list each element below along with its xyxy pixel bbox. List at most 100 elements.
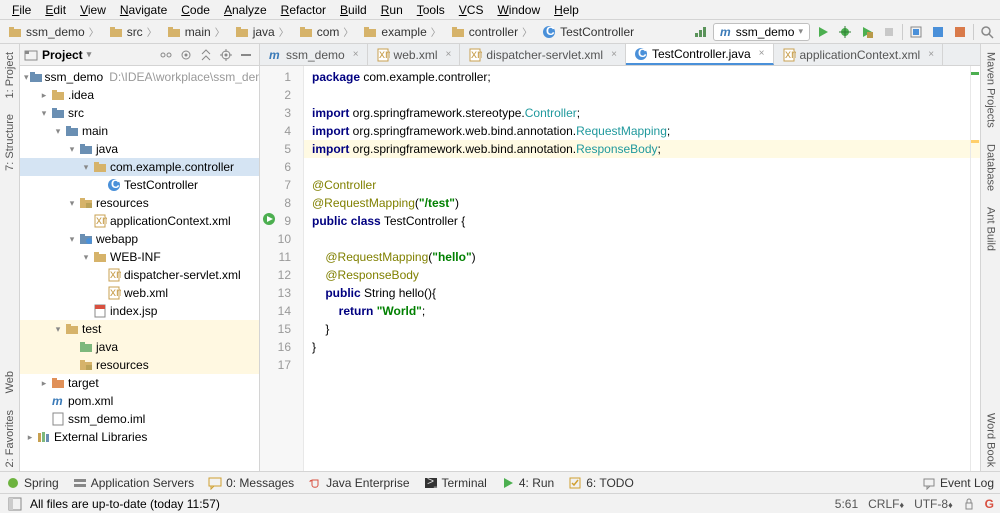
tree-node[interactable]: CTestController: [20, 176, 259, 194]
breadcrumb-item[interactable]: controller〉: [447, 22, 536, 41]
tool-window-tab[interactable]: 1: Project: [2, 48, 18, 102]
search-everywhere-button[interactable]: [978, 23, 996, 41]
close-icon[interactable]: ×: [611, 49, 617, 60]
debug-button[interactable]: [836, 23, 854, 41]
tree-node[interactable]: java: [20, 338, 259, 356]
breadcrumb-item[interactable]: main〉: [163, 22, 229, 41]
editor-tab[interactable]: CTestController.java×: [626, 44, 774, 65]
stop-button[interactable]: [880, 23, 898, 41]
breadcrumb-item[interactable]: java〉: [231, 22, 293, 41]
breadcrumb-item[interactable]: ssm_demo〉: [4, 22, 103, 41]
menu-window[interactable]: Window: [491, 1, 546, 19]
tool-window-tab[interactable]: Database: [983, 140, 999, 195]
vcs-update-button[interactable]: [907, 23, 925, 41]
bottom-tool-0-messages[interactable]: 0: Messages: [208, 476, 294, 490]
read-only-toggle[interactable]: [963, 498, 975, 510]
project-tree[interactable]: ▾ssm_demoD:\IDEA\workplace\ssm_demo▸.ide…: [20, 66, 259, 471]
menu-view[interactable]: View: [74, 1, 112, 19]
hide-button[interactable]: [237, 46, 255, 64]
menu-tools[interactable]: Tools: [411, 1, 451, 19]
line-separator[interactable]: CRLF♦: [868, 497, 904, 511]
menu-build[interactable]: Build: [334, 1, 373, 19]
git-icon[interactable]: G: [985, 497, 994, 511]
scroll-from-source-button[interactable]: [177, 46, 195, 64]
menu-edit[interactable]: Edit: [39, 1, 72, 19]
tree-node[interactable]: ▾com.example.controller: [20, 158, 259, 176]
breadcrumb-item[interactable]: src〉: [105, 22, 161, 41]
tool-window-tab[interactable]: Word Book: [983, 409, 999, 471]
bottom-tool-application-servers[interactable]: Application Servers: [73, 476, 194, 490]
tool-window-tab[interactable]: Web: [2, 367, 18, 397]
make-button[interactable]: [691, 23, 709, 41]
tree-node[interactable]: ▾resources: [20, 194, 259, 212]
close-icon[interactable]: ×: [446, 49, 452, 60]
editor-tab[interactable]: xmlapplicationContext.xml×: [774, 44, 944, 65]
expand-arrow-icon[interactable]: ▾: [38, 108, 50, 119]
expand-arrow-icon[interactable]: ▾: [80, 162, 92, 173]
code-area[interactable]: 1234567891011121314151617 package com.ex…: [260, 66, 980, 471]
menu-refactor[interactable]: Refactor: [275, 1, 332, 19]
breadcrumb-item[interactable]: com〉: [295, 22, 358, 41]
breadcrumb-item[interactable]: example〉: [359, 22, 444, 41]
tree-node[interactable]: ▾src: [20, 104, 259, 122]
tree-node[interactable]: ssm_demo.iml: [20, 410, 259, 428]
menu-file[interactable]: File: [6, 1, 37, 19]
run-gutter-icon[interactable]: [262, 212, 276, 226]
tree-node[interactable]: ▾main: [20, 122, 259, 140]
event-log-button[interactable]: Event Log: [922, 476, 994, 490]
tree-node[interactable]: ▸.idea: [20, 86, 259, 104]
tool-window-tab[interactable]: 7: Structure: [2, 110, 18, 175]
ide-button-1[interactable]: [929, 23, 947, 41]
encoding[interactable]: UTF-8♦: [914, 497, 953, 511]
close-icon[interactable]: ×: [928, 49, 934, 60]
expand-arrow-icon[interactable]: ▾: [66, 234, 78, 245]
tree-node[interactable]: index.jsp: [20, 302, 259, 320]
bottom-tool-spring[interactable]: Spring: [6, 476, 59, 490]
tree-node[interactable]: xmlapplicationContext.xml: [20, 212, 259, 230]
menu-code[interactable]: Code: [175, 1, 216, 19]
tool-window-tab[interactable]: Maven Projects: [983, 48, 999, 132]
expand-arrow-icon[interactable]: ▾: [52, 324, 64, 335]
menu-vcs[interactable]: VCS: [453, 1, 490, 19]
expand-arrow-icon[interactable]: ▸: [38, 378, 50, 389]
tree-node[interactable]: ▸target: [20, 374, 259, 392]
marker-bar[interactable]: [970, 66, 980, 471]
expand-arrow-icon[interactable]: ▾: [52, 126, 64, 137]
flatten-button[interactable]: [157, 46, 175, 64]
menu-run[interactable]: Run: [375, 1, 409, 19]
collapse-all-button[interactable]: [197, 46, 215, 64]
editor-tab[interactable]: xmldispatcher-servlet.xml×: [460, 44, 626, 65]
breadcrumb-item[interactable]: CTestController: [538, 23, 638, 41]
tool-window-tab[interactable]: Ant Build: [983, 203, 999, 255]
tree-node[interactable]: ▾ssm_demoD:\IDEA\workplace\ssm_demo: [20, 68, 259, 86]
code-source[interactable]: package com.example.controller; import o…: [304, 66, 980, 471]
tree-node[interactable]: ▾java: [20, 140, 259, 158]
expand-arrow-icon[interactable]: ▸: [38, 90, 50, 101]
menu-analyze[interactable]: Analyze: [218, 1, 273, 19]
expand-arrow-icon[interactable]: ▾: [66, 144, 78, 155]
bottom-tool-6-todo[interactable]: 6: TODO: [568, 476, 634, 490]
editor-tab[interactable]: mssm_demo×: [260, 44, 368, 65]
tree-node[interactable]: mpom.xml: [20, 392, 259, 410]
tool-window-tab[interactable]: 2: Favorites: [2, 406, 18, 471]
tree-node[interactable]: ▾WEB-INF: [20, 248, 259, 266]
menu-navigate[interactable]: Navigate: [114, 1, 173, 19]
tool-windows-toggle-button[interactable]: [6, 495, 24, 513]
menu-help[interactable]: Help: [548, 1, 585, 19]
expand-arrow-icon[interactable]: ▸: [24, 432, 36, 443]
coverage-button[interactable]: [858, 23, 876, 41]
expand-arrow-icon[interactable]: ▾: [80, 252, 92, 263]
bottom-tool-terminal[interactable]: >_Terminal: [424, 476, 487, 490]
tree-node[interactable]: xmldispatcher-servlet.xml: [20, 266, 259, 284]
bottom-tool-java-enterprise[interactable]: Java Enterprise: [308, 476, 409, 490]
bottom-tool-4-run[interactable]: 4: Run: [501, 476, 554, 490]
project-panel-title[interactable]: Project ▾: [24, 48, 157, 62]
caret-position[interactable]: 5:61: [835, 497, 858, 511]
close-icon[interactable]: ×: [353, 49, 359, 60]
tree-node[interactable]: ▾test: [20, 320, 259, 338]
ide-button-2[interactable]: [951, 23, 969, 41]
tree-node[interactable]: resources: [20, 356, 259, 374]
tree-node[interactable]: ▾webapp: [20, 230, 259, 248]
close-icon[interactable]: ×: [759, 48, 765, 59]
settings-button[interactable]: [217, 46, 235, 64]
